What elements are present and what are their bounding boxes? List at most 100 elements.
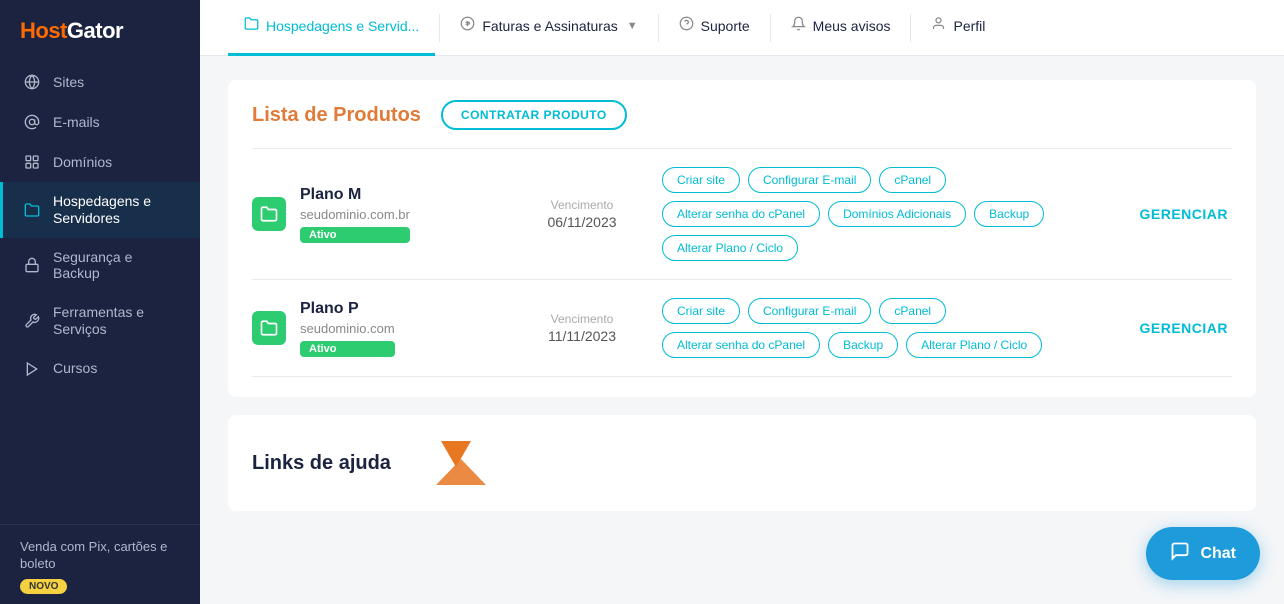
action-criar-site-p[interactable]: Criar site — [662, 298, 740, 324]
product-actions-plano-m: Criar site Configurar E-mail cPanel Alte… — [652, 167, 1122, 261]
sidebar-item-dominios-label: Domínios — [53, 154, 112, 171]
product-card-plano-m: Plano M seudominio.com.br Ativo Vencimen… — [252, 148, 1232, 279]
topnav: Hospedagens e Servid... Faturas e Assina… — [200, 0, 1284, 56]
main-content: Hospedagens e Servid... Faturas e Assina… — [200, 0, 1284, 604]
sidebar-promo[interactable]: Venda com Pix, cartões e boleto NOVO — [0, 524, 200, 604]
topnav-suporte[interactable]: Suporte — [663, 0, 766, 56]
topnav-dollar-icon — [460, 16, 475, 36]
topnav-folder-icon — [244, 16, 259, 36]
topnav-user-icon — [931, 16, 946, 36]
sidebar-item-sites[interactable]: Sites — [0, 62, 200, 102]
product-status-plano-p: Ativo — [300, 341, 395, 357]
chat-label: Chat — [1200, 545, 1236, 563]
sidebar-item-seguranca[interactable]: Segurança e Backup — [0, 238, 200, 294]
action-criar-site-m[interactable]: Criar site — [662, 167, 740, 193]
hostgator-logo-mini — [431, 437, 491, 489]
topnav-avisos[interactable]: Meus avisos — [775, 0, 907, 56]
venc-date-plano-m: 06/11/2023 — [512, 214, 652, 230]
topnav-hospedagens-label: Hospedagens e Servid... — [266, 18, 419, 34]
action-alterar-senha-m[interactable]: Alterar senha do cPanel — [662, 201, 820, 227]
gerenciar-button-plano-m[interactable]: GERENCIAR — [1122, 206, 1232, 222]
play-icon — [23, 360, 41, 378]
sidebar-item-ferramentas[interactable]: Ferramentas e Serviços — [0, 293, 200, 349]
sidebar-item-emails[interactable]: E-mails — [0, 102, 200, 142]
promo-title: Venda com Pix, cartões e boleto — [20, 539, 180, 573]
topnav-suporte-label: Suporte — [701, 18, 750, 34]
brand-logo: HostGator — [0, 0, 200, 62]
topnav-perfil-label: Perfil — [953, 18, 985, 34]
sidebar-item-hospedagens-label: Hospedagens e Servidores — [53, 193, 180, 227]
action-alterar-senha-p[interactable]: Alterar senha do cPanel — [662, 332, 820, 358]
hostgator-mini-logo — [431, 437, 491, 489]
chat-icon — [1170, 541, 1190, 566]
topnav-avisos-label: Meus avisos — [813, 18, 891, 34]
action-dominios-adicionais-m[interactable]: Domínios Adicionais — [828, 201, 966, 227]
product-card-plano-p: Plano P seudominio.com Ativo Vencimento … — [252, 279, 1232, 377]
topnav-faturas-label: Faturas e Assinaturas — [482, 18, 617, 34]
links-title: Links de ajuda — [252, 452, 391, 475]
sidebar-item-cursos-label: Cursos — [53, 360, 97, 377]
product-folder-icon-plano-m — [252, 197, 286, 231]
globe-icon — [23, 73, 41, 91]
topnav-separator-4 — [910, 14, 911, 42]
sidebar-item-ferramentas-label: Ferramentas e Serviços — [53, 304, 180, 338]
topnav-faturas[interactable]: Faturas e Assinaturas ▼ — [444, 0, 653, 56]
action-cpanel-m[interactable]: cPanel — [879, 167, 946, 193]
chevron-down-icon: ▼ — [627, 20, 638, 32]
product-name-plano-m: Plano M — [300, 186, 410, 204]
topnav-question-icon — [679, 16, 694, 36]
product-folder-icon-plano-p — [252, 311, 286, 345]
chat-button[interactable]: Chat — [1146, 527, 1260, 580]
sidebar-item-cursos[interactable]: Cursos — [0, 349, 200, 389]
product-vencimento-plano-p: Vencimento 11/11/2023 — [512, 312, 652, 344]
brand-name-part2: Gator — [67, 18, 123, 43]
venc-label-plano-m: Vencimento — [512, 198, 652, 212]
sidebar-item-seguranca-label: Segurança e Backup — [53, 249, 180, 283]
gerenciar-button-plano-p[interactable]: GERENCIAR — [1122, 320, 1232, 336]
sidebar-item-emails-label: E-mails — [53, 114, 100, 131]
product-left-plano-p: Plano P seudominio.com Ativo — [252, 300, 512, 357]
topnav-hospedagens[interactable]: Hospedagens e Servid... — [228, 0, 435, 56]
sidebar-item-hospedagens[interactable]: Hospedagens e Servidores — [0, 182, 200, 238]
topnav-separator-3 — [770, 14, 771, 42]
action-backup-p[interactable]: Backup — [828, 332, 898, 358]
product-name-plano-p: Plano P — [300, 300, 395, 318]
brand-name-part1: Host — [20, 18, 67, 43]
product-info-plano-m: Plano M seudominio.com.br Ativo — [300, 186, 410, 243]
products-header: Lista de Produtos CONTRATAR PRODUTO — [252, 100, 1232, 130]
action-configurar-email-p[interactable]: Configurar E-mail — [748, 298, 871, 324]
product-domain-plano-p: seudominio.com — [300, 321, 395, 336]
topnav-perfil[interactable]: Perfil — [915, 0, 1001, 56]
sidebar-nav: Sites E-mails Domínios Hospedagens e Ser… — [0, 62, 200, 524]
sidebar-item-dominios[interactable]: Domínios — [0, 142, 200, 182]
folder-icon — [23, 201, 41, 219]
sidebar: HostGator Sites E-mails Domínios — [0, 0, 200, 604]
product-status-plano-m: Ativo — [300, 227, 410, 243]
action-alterar-plano-m[interactable]: Alterar Plano / Ciclo — [662, 235, 798, 261]
venc-label-plano-p: Vencimento — [512, 312, 652, 326]
links-section: Links de ajuda — [228, 415, 1256, 511]
action-configurar-email-m[interactable]: Configurar E-mail — [748, 167, 871, 193]
topnav-bell-icon — [791, 16, 806, 36]
wrench-icon — [23, 312, 41, 330]
action-alterar-plano-p[interactable]: Alterar Plano / Ciclo — [906, 332, 1042, 358]
lock-icon — [23, 256, 41, 274]
at-icon — [23, 113, 41, 131]
topnav-separator-2 — [658, 14, 659, 42]
tag-icon — [23, 153, 41, 171]
sidebar-item-sites-label: Sites — [53, 74, 84, 91]
products-section: Lista de Produtos CONTRATAR PRODUTO Plan… — [228, 80, 1256, 397]
promo-badge: NOVO — [20, 579, 67, 594]
product-vencimento-plano-m: Vencimento 06/11/2023 — [512, 198, 652, 230]
product-left-plano-m: Plano M seudominio.com.br Ativo — [252, 186, 512, 243]
topnav-separator-1 — [439, 14, 440, 42]
product-info-plano-p: Plano P seudominio.com Ativo — [300, 300, 395, 357]
products-title: Lista de Produtos — [252, 104, 421, 127]
product-domain-plano-m: seudominio.com.br — [300, 207, 410, 222]
content-area: Lista de Produtos CONTRATAR PRODUTO Plan… — [200, 56, 1284, 604]
contratar-produto-button[interactable]: CONTRATAR PRODUTO — [441, 100, 627, 130]
action-cpanel-p[interactable]: cPanel — [879, 298, 946, 324]
product-actions-plano-p: Criar site Configurar E-mail cPanel Alte… — [652, 298, 1122, 358]
venc-date-plano-p: 11/11/2023 — [512, 328, 652, 344]
action-backup-m[interactable]: Backup — [974, 201, 1044, 227]
